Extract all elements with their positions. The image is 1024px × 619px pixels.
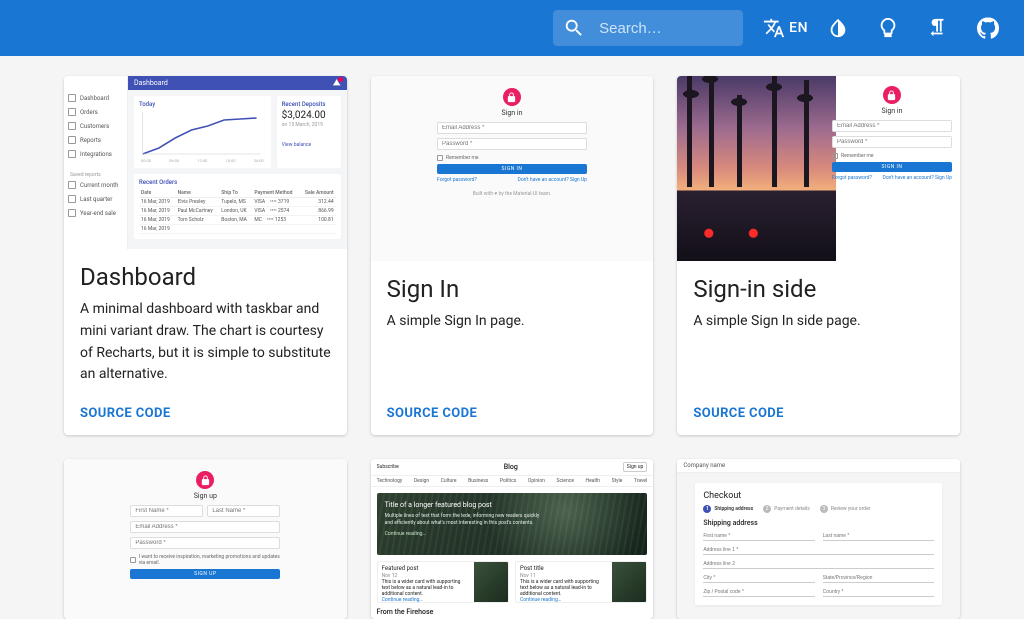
search-field[interactable]	[553, 10, 743, 46]
lock-icon	[503, 88, 521, 106]
template-card-dashboard[interactable]: Dashboard Orders Customers Reports Integ…	[64, 76, 347, 435]
card-description: A simple Sign In side page.	[693, 311, 944, 333]
lock-icon	[196, 471, 214, 489]
thumb-blog: Subscribe Blog Sign up TechnologyDesignC…	[371, 459, 654, 619]
thumb-dashboard: Dashboard Orders Customers Reports Integ…	[64, 76, 347, 249]
thumb-signin: Sign in Remember me SIGN IN Forgot passw…	[371, 76, 654, 261]
template-card-blog[interactable]: Subscribe Blog Sign up TechnologyDesignC…	[371, 459, 654, 619]
source-code-link[interactable]: SOURCE CODE	[80, 406, 171, 421]
card-description: A simple Sign In page.	[387, 311, 638, 333]
text-direction-icon[interactable]	[918, 8, 958, 48]
thumb-signin-side: Sign in Remember me SIGN IN Forgot passw…	[677, 76, 960, 261]
template-card-signin[interactable]: Sign in Remember me SIGN IN Forgot passw…	[371, 76, 654, 435]
search-input[interactable]	[585, 19, 733, 38]
card-title: Sign-in side	[693, 275, 944, 303]
card-title: Dashboard	[80, 263, 331, 291]
github-icon[interactable]	[968, 8, 1008, 48]
thumb-signup: Sign up I want to receive inspiration, m…	[64, 459, 347, 619]
template-card-checkout[interactable]: Company name Checkout 1Shipping address …	[677, 459, 960, 619]
invert-colors-icon[interactable]	[818, 8, 858, 48]
lock-icon	[883, 86, 901, 104]
lightbulb-icon[interactable]	[868, 8, 908, 48]
source-code-link[interactable]: SOURCE CODE	[387, 406, 478, 421]
template-card-signin-side[interactable]: Sign in Remember me SIGN IN Forgot passw…	[677, 76, 960, 435]
search-icon	[563, 17, 585, 39]
template-grid: Dashboard Orders Customers Reports Integ…	[0, 56, 1024, 619]
card-title: Sign In	[387, 275, 638, 303]
translate-icon[interactable]	[763, 8, 785, 48]
appbar: EN	[0, 0, 1024, 56]
template-card-signup[interactable]: Sign up I want to receive inspiration, m…	[64, 459, 347, 619]
card-description: A minimal dashboard with taskbar and min…	[80, 299, 331, 386]
language-code[interactable]: EN	[789, 20, 808, 36]
source-code-link[interactable]: SOURCE CODE	[693, 406, 784, 421]
thumb-checkout: Company name Checkout 1Shipping address …	[677, 459, 960, 619]
